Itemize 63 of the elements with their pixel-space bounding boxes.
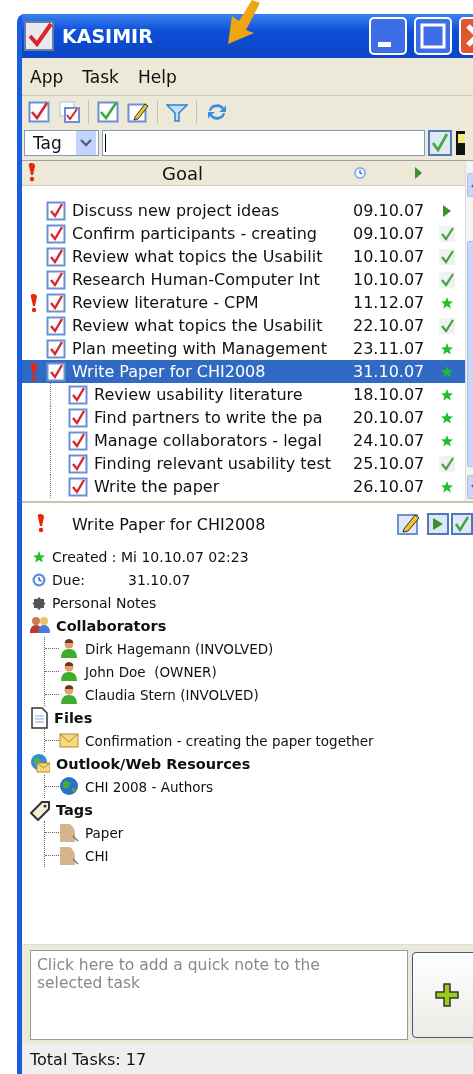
task-title: Write Paper for CHI2008 [72,514,266,534]
task-title: Review what topics the Usabilit [72,316,324,335]
task-row[interactable]: Plan meeting with Management 23.11.07 [22,337,465,360]
due-date: 10.10.07 [353,270,426,289]
quick-note-field[interactable]: Click here to add a quick note to the selected task [30,949,408,1040]
task-title: Review literature - CPM [72,293,260,312]
resource-link[interactable]: Confirmation - creating the paper together [85,732,374,749]
notes-link[interactable]: Personal Notes [52,594,157,611]
due-date: 24.10.07 [353,431,426,450]
due-date: 09.10.07 [353,201,426,220]
tree-item[interactable]: Dirk Hagemann (INVOLVED) [85,640,274,657]
task-row[interactable]: Review literature - CPM 11.12.07 [22,291,465,314]
section-heading: Tags [56,801,93,818]
menu-item[interactable]: Task [82,66,119,87]
task-row[interactable]: Research Human-Computer Int 10.10.07 [22,268,465,291]
task-title: Review usability literature [94,385,304,404]
due-date: 25.10.07 [353,454,426,473]
task-title: Write the paper [94,477,221,496]
resource-link[interactable]: CHI 2008 - Authors [85,778,214,795]
field-label: Due: [52,571,86,588]
task-title: Write Paper for CHI2008 [72,362,267,381]
window-title: KASIMIR [62,25,153,47]
due-date: 31.10.07 [353,362,426,381]
due-date: 18.10.07 [353,385,426,404]
tag-dropdown[interactable]: Tag [24,130,99,156]
tree-item[interactable]: CHI [85,847,109,864]
section-heading: Collaborators [56,617,167,634]
task-row[interactable]: Manage collaborators - legal 24.10.07 [22,429,465,452]
due-date: 26.10.07 [353,477,426,496]
tree-item[interactable]: Paper [85,824,124,841]
due-date: 20.10.07 [353,408,426,427]
task-title: Discuss new project ideas [72,201,281,220]
task-title: Review what topics the Usabilit [72,247,324,266]
field-value: Created : Mi 10.10.07 02:23 [52,548,249,565]
task-row[interactable]: Review what topics the Usabilit 10.10.07 [22,245,465,268]
tree-item[interactable]: John Doe (OWNER) [85,663,217,680]
task-title: Research Human-Computer Int [72,270,321,289]
task-title: Find partners to write the pa [94,408,324,427]
due-date: 22.10.07 [353,316,426,335]
task-title: Finding relevant usability test [94,454,333,473]
column-title: Goal [162,162,203,184]
task-title: Manage collaborators - legal [94,431,323,450]
section-heading: Outlook/Web Resources [56,755,251,772]
due-date: 10.10.07 [353,247,426,266]
task-title: Plan meeting with Management [72,339,328,358]
due-date: 09.10.07 [353,224,426,243]
section-heading: Files [54,709,93,726]
due-date: 23.11.07 [353,339,426,358]
task-row[interactable]: Finding relevant usability test 25.10.07 [22,452,465,475]
task-row[interactable]: Confirm participants - creating 09.10.07 [22,222,465,245]
task-title: Confirm participants - creating [72,224,318,243]
task-row[interactable]: Write the paper 26.10.07 [22,475,465,498]
task-row[interactable]: Discuss new project ideas 09.10.07 [22,199,465,222]
due-date: 11.12.07 [353,293,426,312]
field-value: 31.10.07 [128,571,191,588]
tree-item[interactable]: Claudia Stern (INVOLVED) [85,686,259,703]
task-count: Total Tasks: 17 [30,1049,147,1069]
task-row[interactable]: Review what topics the Usabilit 22.10.07 [22,314,465,337]
task-row[interactable]: Review usability literature 18.10.07 [22,383,465,406]
menu-item[interactable]: App [30,66,64,87]
task-row[interactable]: Write Paper for CHI2008 31.10.07 [22,360,465,383]
menu-item[interactable]: Help [137,66,177,87]
task-row[interactable]: Find partners to write the pa 20.10.07 [22,406,465,429]
